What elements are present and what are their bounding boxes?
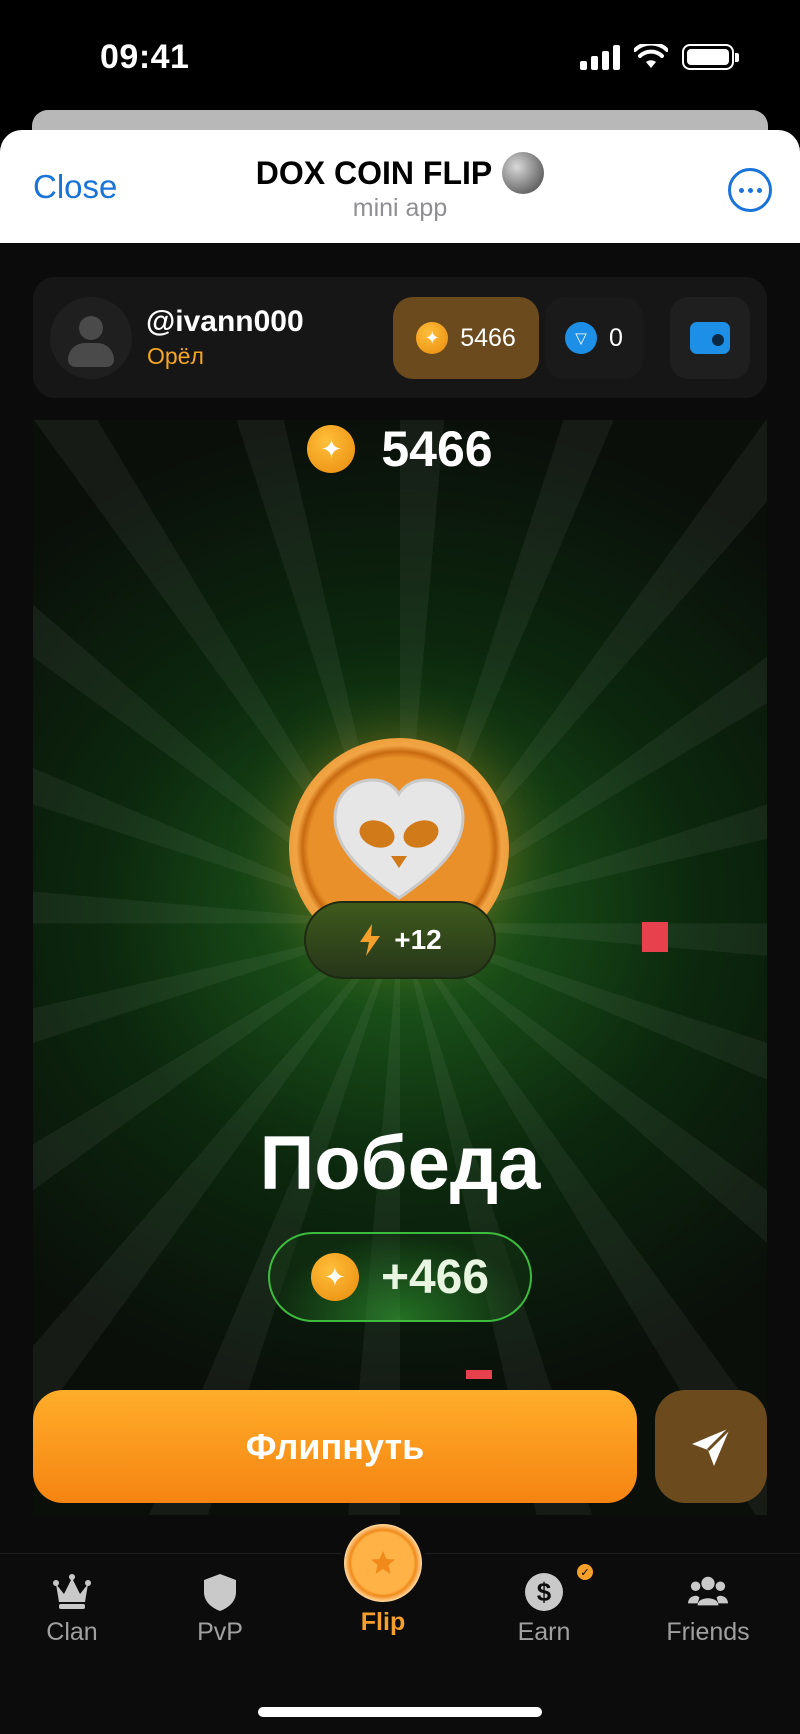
user-bar: @ivann000 Орёл ✦ 5466 ▽ 0 [33,277,767,398]
app-title: DOX COIN FLIP [0,152,800,194]
nav-item-earn[interactable]: $ Earn [474,1572,614,1647]
nav-item-friends[interactable]: Friends [638,1572,778,1647]
nav-label-earn: Earn [517,1618,571,1646]
moon-icon [502,152,545,194]
crown-icon [52,1572,92,1612]
win-amount-pill: ✦ +466 [268,1232,532,1322]
send-icon [692,1426,732,1466]
bonus-value: +12 [394,924,442,955]
ton-icon: ▽ [565,322,598,354]
wifi-icon [634,44,668,68]
nav-item-flip[interactable] [344,1524,422,1602]
ton-balance: 0 [609,323,623,352]
app-subtitle: mini app [352,194,448,222]
nav-label-flip[interactable]: Flip [320,1608,446,1637]
nav-label-friends: Friends [666,1618,750,1646]
win-amount: +466 [380,1250,490,1304]
share-button[interactable] [655,1390,767,1503]
coin-icon: ✦ [416,322,449,354]
result-title: Победа [259,1121,541,1206]
nav-label-clan: Clan [46,1618,98,1646]
home-indicator [258,1707,542,1717]
friends-icon [688,1572,728,1612]
panda-heart-icon [333,778,465,900]
svg-text:$: $ [537,1577,552,1607]
star-icon [371,1551,395,1574]
nav-item-pvp[interactable]: PvP [150,1572,290,1647]
confetti-piece [466,1370,492,1379]
wallet-button[interactable] [670,297,750,379]
wallet-icon [690,322,730,354]
main-content: @ivann000 Орёл ✦ 5466 ▽ 0 ✦ 5466 +12 Поб… [0,243,800,1553]
user-side: Орёл [147,343,204,369]
coin-icon: ✦ [310,1253,359,1301]
more-options-button[interactable] [728,168,772,212]
ton-balance-chip[interactable]: ▽ 0 [545,297,643,379]
shield-icon [200,1572,240,1612]
app-title-text: DOX COIN FLIP [255,154,493,191]
nav-item-clan[interactable]: Clan [2,1572,142,1647]
cellular-signal-icon [580,44,620,70]
balance-value: 5466 [381,421,493,477]
coin-icon: ✦ [307,425,356,473]
avatar[interactable] [50,297,132,379]
status-time: 09:41 [100,38,190,76]
balance-row: ✦ 5466 [33,420,767,478]
dollar-icon: $ [524,1572,564,1612]
status-icons [580,44,739,70]
nav-label-pvp: PvP [197,1618,243,1646]
bonus-pill: +12 [304,901,496,979]
status-bar: 09:41 [0,0,800,110]
check-badge-icon: ✓ [577,1564,593,1580]
battery-icon [682,44,739,70]
username: @ivann000 [146,305,304,338]
confetti-piece [642,922,668,952]
coin-balance: 5466 [460,323,516,352]
flip-button[interactable]: Флипнуть [33,1390,637,1503]
mini-app-header: Close DOX COIN FLIP mini app [0,130,800,243]
coin-balance-chip[interactable]: ✦ 5466 [393,297,539,379]
lightning-icon [360,924,381,956]
game-area: ✦ 5466 +12 Победа ✦ +466 [33,420,767,1515]
